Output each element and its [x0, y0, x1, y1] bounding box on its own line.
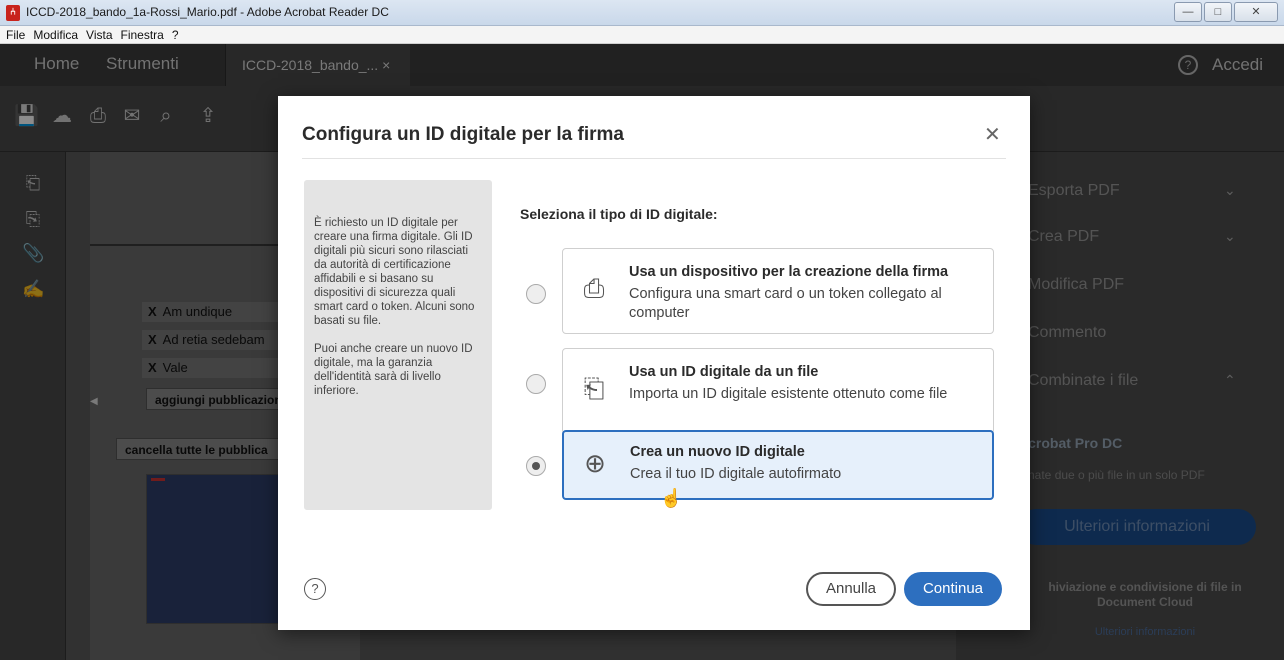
minimize-button[interactable]: —	[1174, 2, 1202, 22]
option-description: Configura una smart card o un token coll…	[629, 286, 942, 321]
file-certificate-icon: ⎗	[583, 373, 605, 403]
smart-card-certificate-icon: ⎙	[583, 273, 605, 303]
hand-cursor-icon: ☝	[660, 488, 683, 508]
window-titlebar: ⑃ ICCD-2018_bando_1a-Rossi_Mario.pdf - A…	[0, 0, 1284, 26]
option-description: Importa un ID digitale esistente ottenut…	[629, 386, 948, 402]
option-new-digital-id[interactable]: ⊕ Crea un nuovo ID digitale Crea il tuo …	[562, 430, 994, 500]
option-title: Usa un dispositivo per la creazione dell…	[629, 264, 949, 280]
info-text: È richiesto un ID digitale per creare un…	[314, 217, 475, 327]
section-label: Seleziona il tipo di ID digitale:	[520, 206, 718, 222]
divider	[302, 158, 1006, 159]
radio-file[interactable]	[526, 374, 546, 394]
acrobat-pdf-icon: ⑃	[6, 5, 20, 21]
dialog-title: Configura un ID digitale per la firma	[302, 124, 624, 145]
menu-modifica[interactable]: Modifica	[31, 26, 84, 43]
menu-finestra[interactable]: Finestra	[119, 26, 170, 43]
info-text: Puoi anche creare un nuovo ID digitale, …	[314, 343, 473, 397]
option-id-from-file[interactable]: ⎗ Usa un ID digitale da un file Importa …	[562, 348, 994, 434]
info-panel: È richiesto un ID digitale per creare un…	[304, 180, 492, 510]
radio-device[interactable]	[526, 284, 546, 304]
radio-new-id[interactable]	[526, 456, 546, 476]
menu-help[interactable]: ?	[170, 26, 185, 43]
option-signature-device[interactable]: ⎙ Usa un dispositivo per la creazione de…	[562, 248, 994, 334]
window-title: ICCD-2018_bando_1a-Rossi_Mario.pdf - Ado…	[26, 5, 389, 19]
continue-button[interactable]: Continua	[904, 572, 1002, 606]
menu-bar: File Modifica Vista Finestra ?	[0, 26, 1284, 44]
new-certificate-icon: ⊕	[584, 448, 606, 478]
option-title: Crea un nuovo ID digitale	[630, 444, 805, 460]
window-controls: — □ ✕	[1174, 2, 1278, 22]
option-description: Crea il tuo ID digitale autofirmato	[630, 466, 842, 482]
help-icon[interactable]: ?	[304, 578, 326, 600]
maximize-button[interactable]: □	[1204, 2, 1232, 22]
digital-id-dialog: Configura un ID digitale per la firma ✕ …	[278, 96, 1030, 630]
cancel-button[interactable]: Annulla	[806, 572, 896, 606]
option-title: Usa un ID digitale da un file	[629, 364, 819, 380]
close-icon[interactable]: ✕	[984, 122, 1001, 147]
menu-file[interactable]: File	[4, 26, 31, 43]
menu-vista[interactable]: Vista	[84, 26, 118, 43]
close-window-button[interactable]: ✕	[1234, 2, 1278, 22]
